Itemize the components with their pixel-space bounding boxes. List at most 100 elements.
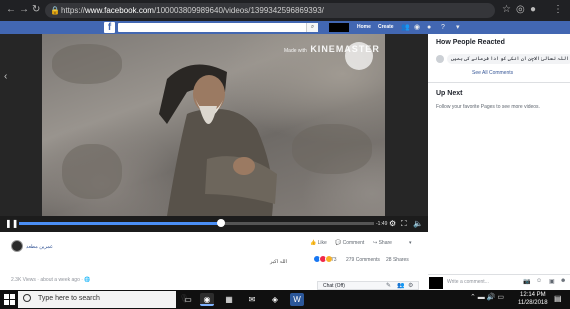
chat-bar[interactable]: Chat (Off) ✎ 👥 ⚙ [317, 281, 419, 290]
like-button[interactable]: 👍 Like [310, 240, 327, 246]
see-all-comments-link[interactable]: See All Comments [472, 70, 513, 76]
video-rock-texture [292, 124, 372, 174]
video-player[interactable]: Made with KINEMASTER [42, 34, 385, 216]
top-comment: اللہ تعالیٰ الاچن ان انکی کو ادا فرمانے … [436, 54, 570, 65]
system-tray[interactable]: ⌃ ▬ 🔊 ▭ [470, 293, 504, 301]
video-rock-texture [52, 44, 122, 84]
share-icon: ↪ [373, 240, 378, 246]
browser-toolbar: ← → ↻ 🔒 https://www.facebook.com/1000038… [0, 0, 570, 21]
windows-taskbar: Type here to search 🎙 ▭ ◉ ▦ ✉ ◈ W ⌃ ▬ 🔊 … [0, 290, 570, 309]
chrome-icon[interactable]: ◉ [200, 293, 214, 306]
video-controls: ❚❚ -1:49 ⚙ ⛶ 🔈 [0, 216, 428, 232]
globe-icon: 🌐 [84, 277, 91, 283]
chat-label: Chat (Off) [323, 283, 345, 289]
fullscreen-icon[interactable]: ⛶ [401, 218, 407, 229]
facebook-search-input[interactable] [118, 23, 318, 32]
top-comment-text: اللہ تعالیٰ الاچن ان انکی کو ادا فرمانے … [447, 54, 570, 64]
video-progress-bar[interactable] [19, 219, 374, 227]
bookmark-star-icon[interactable]: ☆ [502, 4, 511, 16]
comment-icon: 💬 [335, 240, 342, 246]
lock-icon: 🔒 [50, 6, 60, 15]
mail-icon[interactable]: ✉ [245, 293, 259, 306]
up-next-heading: Up Next [436, 90, 463, 97]
clock-time[interactable]: 12:14 PM [520, 292, 546, 298]
camera-icon[interactable]: 📷 [523, 278, 530, 285]
user-avatar [429, 277, 443, 289]
compose-icon[interactable]: ✎ [386, 282, 391, 290]
theater-right-margin [385, 34, 428, 232]
comments-count[interactable]: 279 Comments [346, 257, 380, 263]
facebook-header: f ⌕ Home Create 👥 ◉ ● ? ▾ [0, 21, 570, 34]
url-path: /100003809989640/videos/1399342596869393… [153, 6, 324, 15]
notifications-icon[interactable]: ● [427, 23, 431, 32]
reaction-icons[interactable] [313, 255, 333, 263]
friends-icon[interactable]: 👥 [401, 23, 410, 32]
chevron-left-icon[interactable]: ‹ [4, 72, 7, 82]
right-sidebar: How People Reacted اللہ تعالیٰ الاچن ان … [428, 34, 570, 290]
settings-gear-icon[interactable]: ⚙ [389, 218, 396, 229]
messenger-icon[interactable]: ◉ [414, 23, 420, 32]
url-domain: www.facebook.com [85, 6, 154, 15]
write-comment-bar: Write a comment... 📷 ☺ ▣ ☻ [428, 274, 570, 290]
extension-icon[interactable]: ◎ [516, 4, 525, 16]
gear-icon[interactable]: ⚙ [408, 282, 413, 290]
home-link[interactable]: Home [357, 23, 371, 32]
gif-icon[interactable]: ▣ [549, 278, 555, 285]
menu-caret-icon[interactable]: ▾ [456, 23, 460, 32]
emoji-icon[interactable]: ☻ [560, 278, 566, 284]
page-name[interactable]: عمرین مطعد [26, 244, 53, 250]
page-avatar[interactable] [11, 240, 23, 252]
sticker-icon[interactable]: ☺ [536, 278, 542, 284]
facebook-logo[interactable]: f [104, 22, 115, 33]
kinemaster-logo-icon [345, 42, 373, 70]
share-button[interactable]: ↪ Share [373, 240, 392, 246]
views-and-time: 2.3K Views · about a week ago · 🌐 [11, 277, 91, 283]
comment-button[interactable]: 💬 Comment [335, 240, 364, 246]
views-count: 2.3K Views [11, 277, 36, 283]
photos-icon[interactable]: ◈ [268, 293, 282, 306]
task-view-icon[interactable]: ▭ [181, 293, 195, 306]
caption-text: اللہ اکبر [270, 259, 287, 265]
help-icon[interactable]: ? [441, 23, 445, 32]
divider [428, 82, 570, 83]
video-subject-figure [159, 64, 277, 216]
profile-avatar[interactable] [329, 23, 349, 32]
write-comment-input[interactable]: Write a comment... [447, 279, 489, 285]
commenter-avatar[interactable] [436, 55, 444, 63]
follow-pages-text: Follow your favorite Pages to see more v… [436, 104, 540, 110]
profile-icon[interactable]: ● [530, 4, 536, 16]
pause-icon[interactable]: ❚❚ [5, 219, 18, 228]
url-prefix: https:// [61, 6, 86, 15]
thumbs-up-icon: 👍 [310, 240, 317, 246]
shares-count[interactable]: 28 Shares [386, 257, 409, 263]
reload-icon[interactable]: ↻ [32, 4, 40, 16]
windows-search-placeholder: Type here to search [38, 295, 100, 302]
post-time[interactable]: about a week ago [40, 277, 79, 283]
search-icon[interactable]: ⌕ [306, 23, 318, 32]
video-scrubber-handle[interactable] [217, 219, 226, 227]
like-label: Like [317, 240, 327, 246]
word-icon[interactable]: W [290, 293, 304, 306]
file-explorer-icon[interactable]: ▦ [222, 293, 236, 306]
group-icon[interactable]: 👥 [397, 282, 404, 290]
how-people-reacted-heading: How People Reacted [436, 39, 505, 46]
video-progress-fill [19, 222, 222, 225]
clock-date[interactable]: 11/28/2018 [518, 300, 548, 306]
create-link[interactable]: Create [378, 23, 394, 32]
video-rock-texture [62, 144, 122, 199]
reaction-count[interactable]: 73 [331, 257, 337, 263]
windows-start-icon[interactable] [4, 294, 15, 305]
notification-center-icon[interactable]: ▤ [554, 294, 562, 303]
watermark-prefix: Made with [284, 48, 307, 54]
browser-menu-icon[interactable]: ⋮ [553, 4, 563, 16]
address-bar[interactable]: 🔒 https://www.facebook.com/1000038099896… [45, 3, 495, 18]
windows-search-box[interactable]: Type here to search 🎙 [18, 291, 189, 308]
share-label: Share [378, 240, 392, 246]
more-options-icon[interactable]: ▾ [409, 240, 412, 246]
time-remaining: -1:49 [376, 221, 388, 227]
comment-label: Comment [342, 240, 365, 246]
arrow-left-icon[interactable]: ← [6, 4, 16, 16]
arrow-right-icon[interactable]: → [19, 4, 29, 16]
search-icon [23, 294, 31, 302]
volume-icon[interactable]: 🔈 [413, 218, 423, 229]
